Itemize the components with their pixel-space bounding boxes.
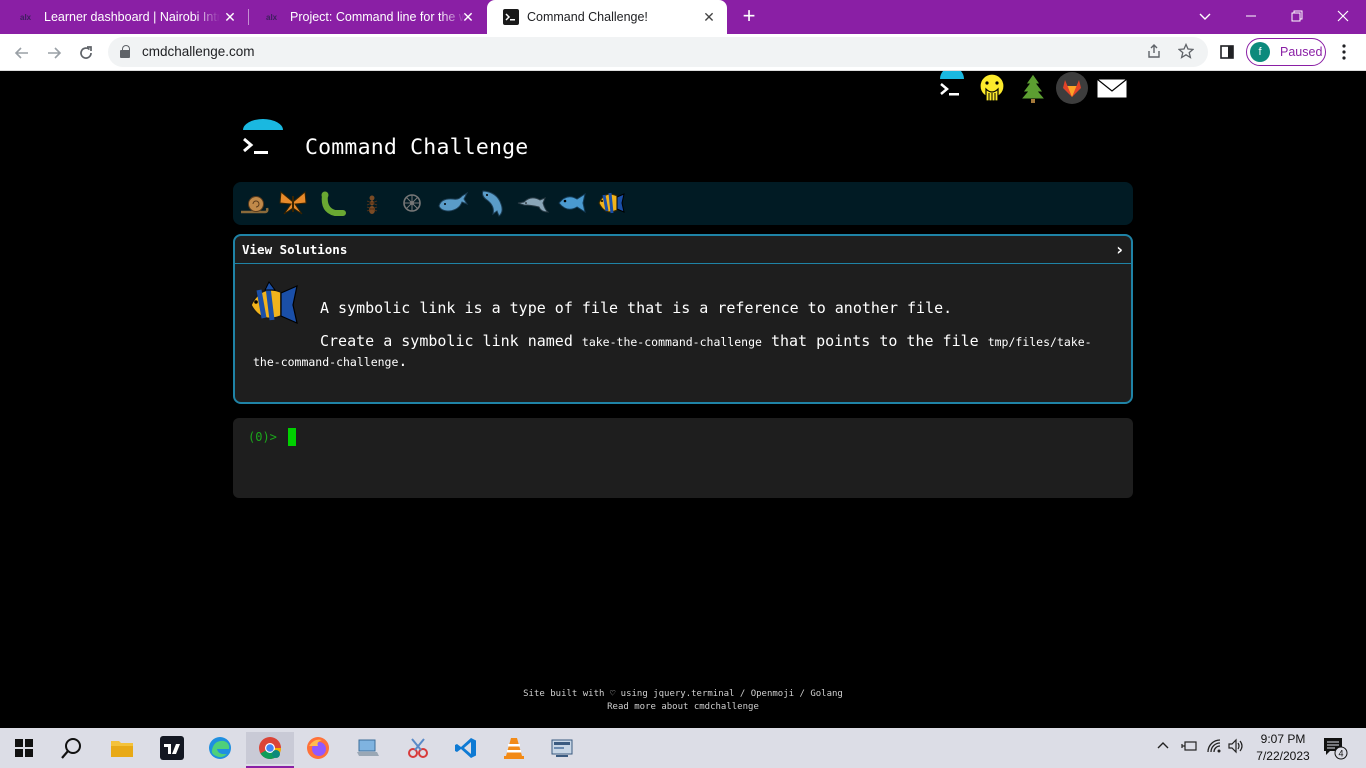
snipping-tool-icon[interactable]	[398, 732, 438, 764]
butterfly-level-icon[interactable]	[276, 186, 310, 220]
firefox-icon[interactable]	[298, 732, 338, 764]
vscode-icon[interactable]	[446, 732, 486, 764]
profile-paused-button[interactable]: f Paused	[1246, 38, 1326, 66]
tab-search-chevron-icon[interactable]	[1182, 0, 1228, 34]
lock-icon	[120, 45, 130, 58]
bookmark-star-icon[interactable]	[1177, 42, 1195, 61]
back-arrow-icon[interactable]	[10, 41, 34, 65]
page-content: Command Challenge View Solutions › A sym…	[0, 67, 1366, 728]
browser-toolbar: cmdchallenge.com f Paused	[0, 34, 1366, 71]
tropical-fish-level-icon[interactable]	[595, 186, 629, 220]
search-icon[interactable]	[52, 732, 92, 764]
challenge-task-text: Create a symbolic link named take-the-co…	[253, 332, 1092, 370]
tab-learner-dashboard[interactable]: alx Learner dashboard | Nairobi Intra ✕	[4, 0, 249, 34]
fish-level-icon[interactable]	[555, 186, 589, 220]
profile-status: Paused	[1280, 45, 1323, 59]
page-title: Command Challenge	[305, 135, 529, 160]
challenge-intro-text: A symbolic link is a type of file that i…	[320, 299, 953, 317]
windows-start-icon[interactable]	[4, 732, 44, 764]
url-text: cmdchallenge.com	[142, 44, 255, 59]
tab-project-command-line[interactable]: alx Project: Command line for the win ✕	[250, 0, 486, 34]
tab-command-challenge[interactable]: Command Challenge! ✕	[487, 0, 727, 34]
footer-credits: Site built with ♡ using jquery.terminal …	[523, 689, 843, 699]
terminal-cursor	[288, 428, 296, 446]
footer: Site built with ♡ using jquery.terminal …	[0, 688, 1366, 714]
file-explorer-icon[interactable]	[102, 732, 142, 764]
terminal-favicon-icon	[503, 9, 519, 25]
level-bar	[233, 182, 1133, 225]
wifi-icon[interactable]	[1206, 738, 1222, 757]
terminal-icon[interactable]	[935, 67, 969, 105]
share-icon[interactable]	[1145, 43, 1163, 61]
vlc-icon[interactable]	[494, 732, 534, 764]
dolphin-level-icon[interactable]	[515, 186, 550, 220]
browser-tab-strip: alx Learner dashboard | Nairobi Intra ✕ …	[0, 0, 1366, 34]
close-window-icon[interactable]	[1320, 0, 1366, 34]
tab-title: Project: Command line for the win	[290, 10, 466, 24]
terminal-prompt: (0)>	[248, 430, 277, 444]
side-panel-icon[interactable]	[1217, 42, 1237, 62]
svg-text:alx: alx	[20, 13, 32, 22]
whale2-level-icon[interactable]	[475, 186, 509, 220]
clock-time: 9:07 PM	[1260, 732, 1306, 746]
notification-center-icon[interactable]: 4	[1322, 736, 1348, 760]
command-challenge-logo	[240, 119, 286, 165]
snail-level-icon[interactable]	[237, 186, 271, 220]
alx-favicon-icon: alx	[20, 9, 36, 25]
tab-title: Learner dashboard | Nairobi Intra	[44, 10, 220, 24]
view-solutions-label: View Solutions	[242, 242, 348, 257]
new-tab-button[interactable]: +	[738, 5, 760, 28]
face-with-hand-over-mouth-icon[interactable]	[975, 71, 1009, 105]
chevron-right-icon: ›	[1116, 240, 1123, 259]
chrome-icon[interactable]	[246, 732, 294, 768]
wheel-level-icon[interactable]	[395, 186, 429, 220]
whale-level-icon[interactable]	[435, 186, 469, 220]
volume-icon[interactable]	[1228, 738, 1246, 757]
tropical-fish-icon	[247, 278, 301, 328]
footer-read-more-link[interactable]: Read more about cmdchallenge	[0, 701, 1366, 714]
tab-title: Command Challenge!	[527, 10, 648, 24]
gitlab-icon[interactable]	[1055, 71, 1089, 105]
evergreen-tree-icon[interactable]	[1016, 71, 1050, 105]
terminal-input[interactable]: (0)>	[233, 418, 1133, 498]
reload-icon[interactable]	[74, 41, 98, 65]
close-tab-icon[interactable]: ✕	[701, 9, 717, 25]
ant-level-icon[interactable]	[355, 186, 389, 220]
menu-kebab-icon[interactable]	[1334, 42, 1354, 62]
view-solutions-toggle[interactable]: View Solutions ›	[235, 236, 1131, 264]
forward-arrow-icon[interactable]	[42, 41, 66, 65]
avatar: f	[1250, 42, 1270, 62]
close-tab-icon[interactable]: ✕	[460, 9, 476, 25]
battery-plug-icon[interactable]	[1181, 738, 1197, 757]
close-tab-icon[interactable]: ✕	[222, 9, 238, 25]
restore-icon[interactable]	[1274, 0, 1320, 34]
challenge-panel: View Solutions › A symbolic link is a ty…	[233, 234, 1133, 404]
svg-text:alx: alx	[266, 13, 278, 22]
alx-favicon-icon: alx	[266, 9, 282, 25]
network-app-icon[interactable]	[542, 732, 582, 764]
edge-icon[interactable]	[200, 732, 240, 764]
minimize-icon[interactable]	[1228, 0, 1274, 34]
laptop-app-icon[interactable]	[348, 732, 388, 764]
windows-taskbar: 9:07 PM 7/22/2023 4	[0, 728, 1366, 768]
notification-count: 4	[1338, 749, 1343, 759]
link-name-code: take-the-command-challenge	[581, 335, 762, 349]
clock-date: 7/22/2023	[1256, 749, 1310, 763]
bug-level-icon[interactable]	[315, 186, 349, 220]
tradingview-icon[interactable]	[152, 732, 192, 764]
envelope-icon[interactable]	[1095, 71, 1129, 105]
taskbar-clock[interactable]: 9:07 PM 7/22/2023	[1250, 731, 1316, 765]
show-hidden-icons-chevron-icon[interactable]	[1156, 738, 1170, 755]
address-bar[interactable]: cmdchallenge.com	[108, 37, 1208, 67]
